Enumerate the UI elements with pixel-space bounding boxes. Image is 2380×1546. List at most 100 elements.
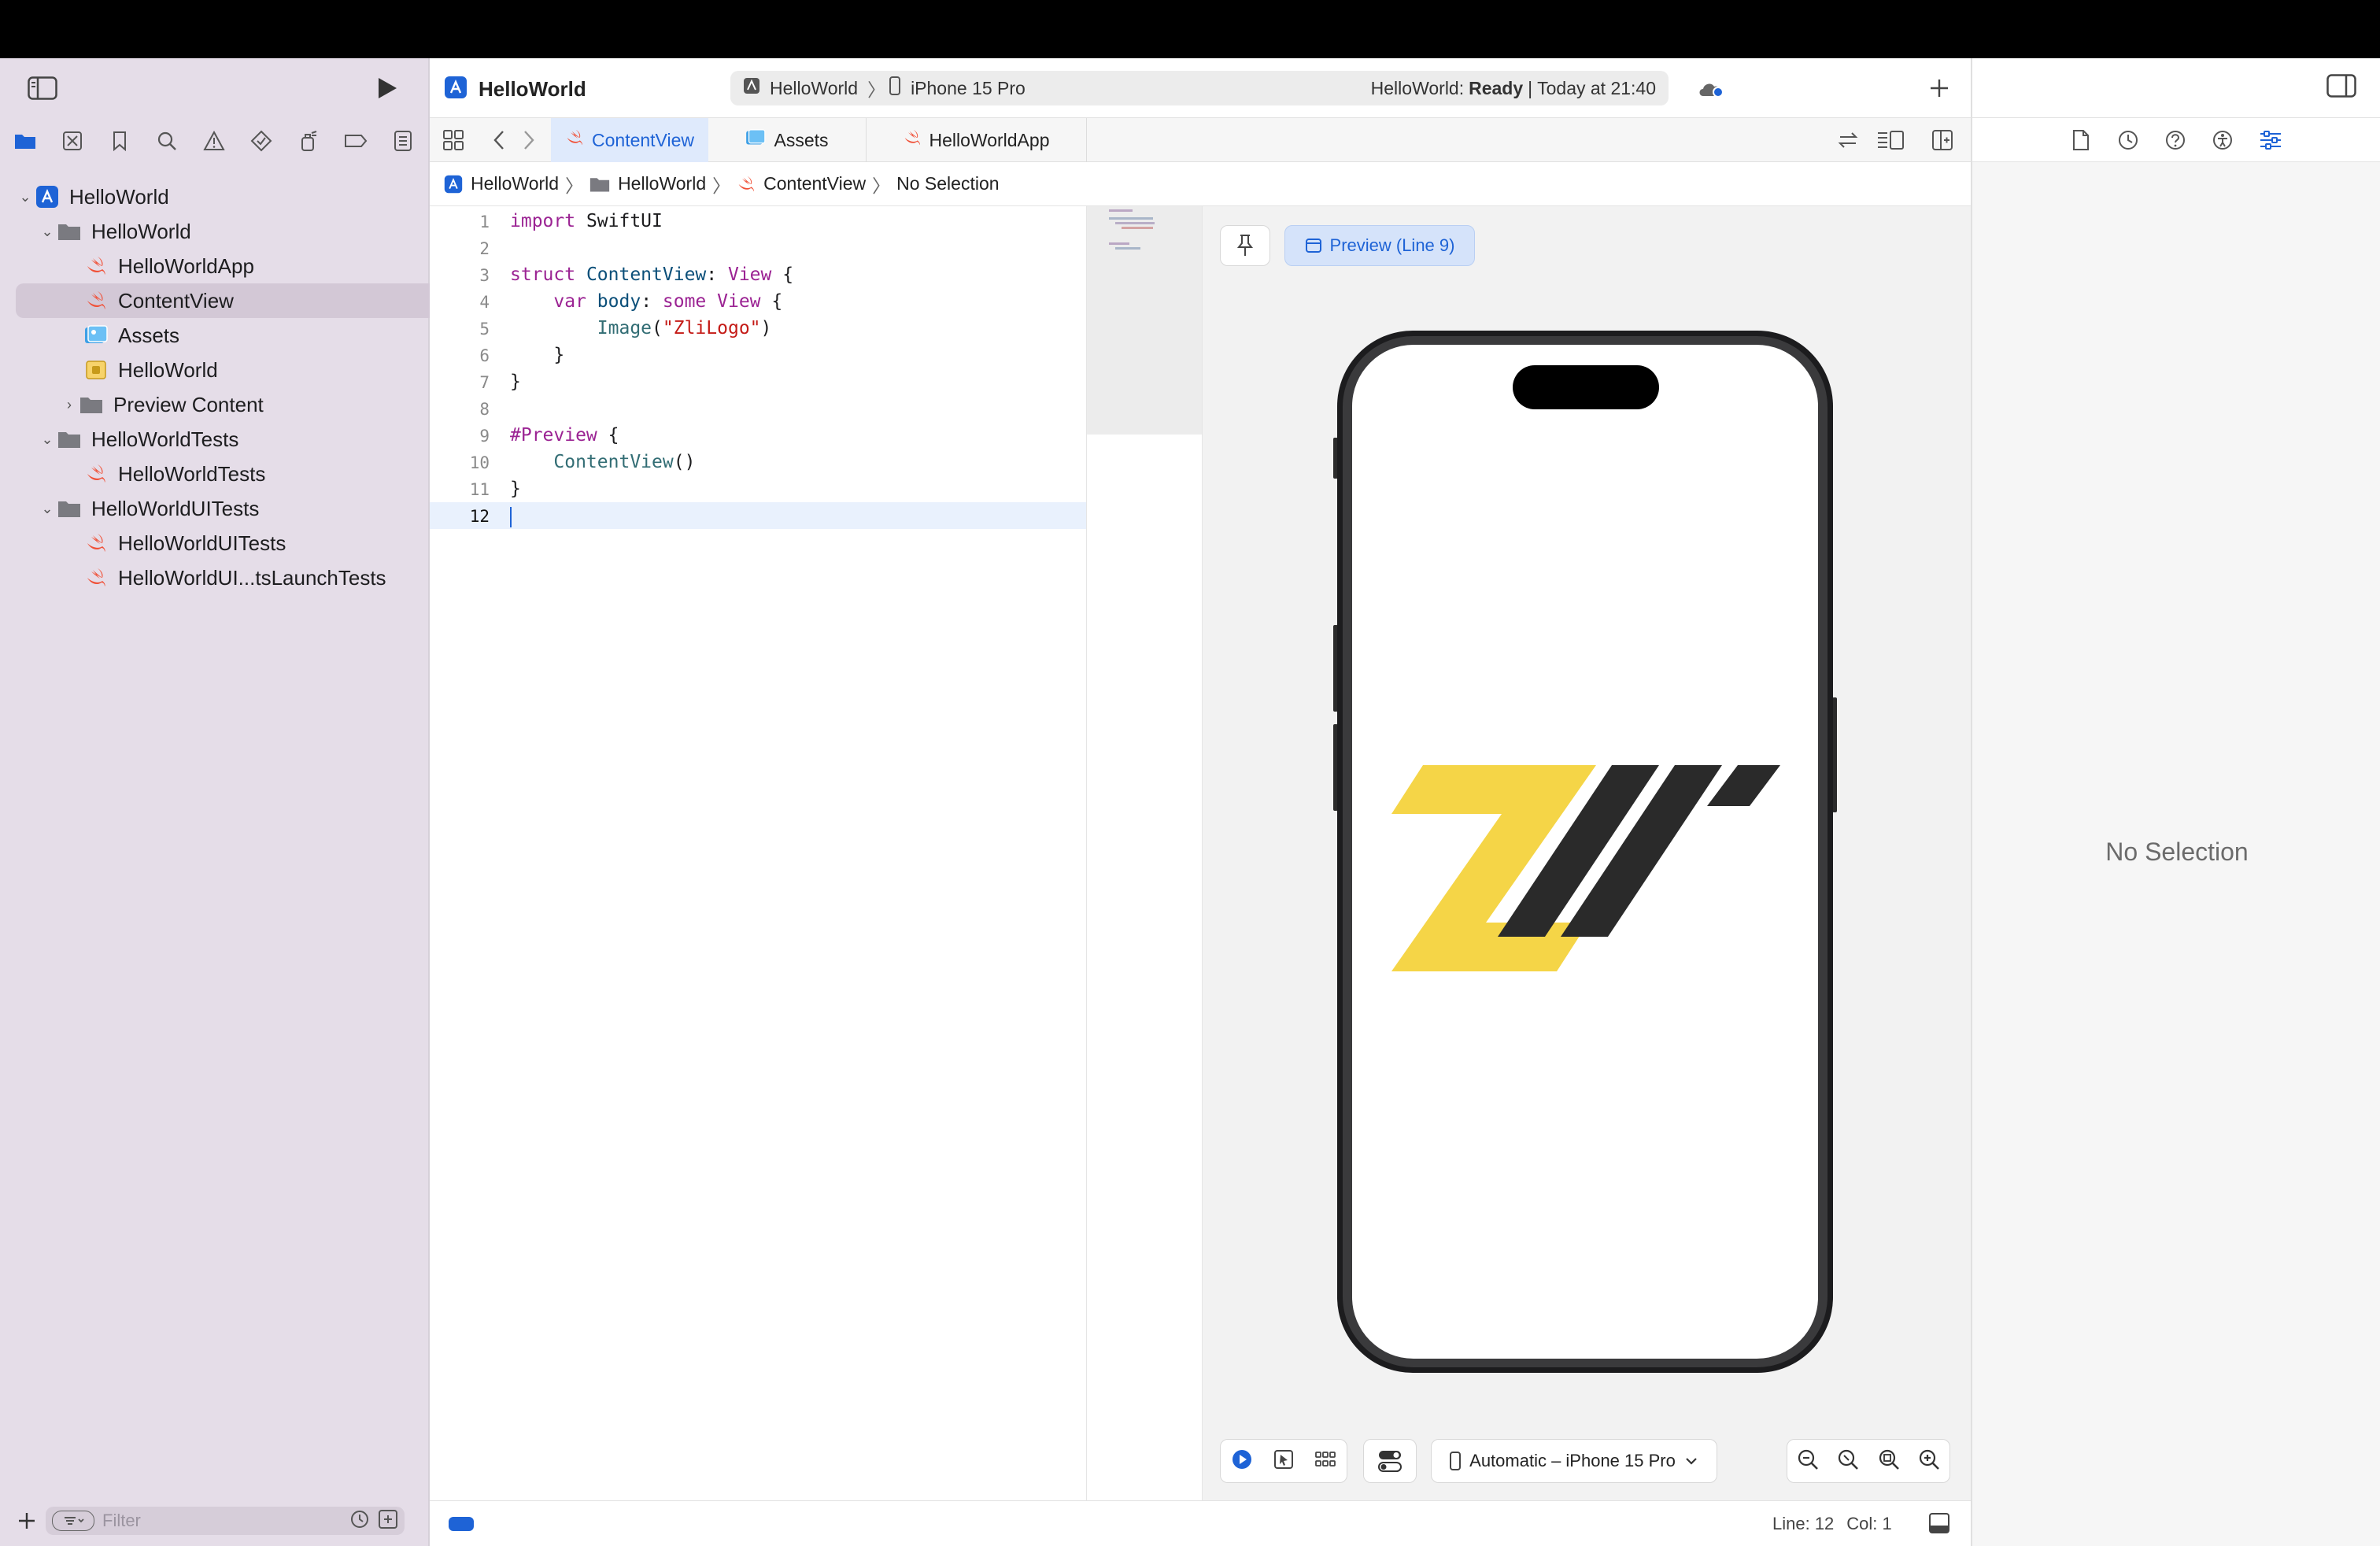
file-inspector-icon[interactable] [2071,129,2090,155]
chevron-down-icon[interactable]: ⌄ [38,224,57,240]
tree-item-assets[interactable]: Assets [16,318,480,353]
zoom-to-fit-icon[interactable] [1878,1448,1900,1474]
destination-selector[interactable]: iPhone 15 Pro [889,76,1026,100]
zoom-out-icon[interactable] [1797,1448,1819,1474]
sidebar-toggle-icon[interactable] [25,71,60,105]
live-mode-icon[interactable] [1231,1448,1253,1474]
tree-item-folder[interactable]: ⌄ HelloWorldTests [16,422,434,457]
related-items-icon[interactable] [442,129,464,155]
inspector-empty-label: No Selection [2105,838,2249,866]
code-line: #Preview { [510,425,619,446]
chevron-right-icon[interactable]: › [60,397,79,413]
back-icon[interactable] [491,129,507,155]
tree-item-label: ContentView [118,288,234,313]
tree-item-label: Assets [118,323,180,347]
line-number: 4 [479,293,490,312]
variants-icon[interactable] [1314,1451,1336,1472]
help-inspector-icon[interactable] [2164,129,2186,155]
minimap-visible-region[interactable] [1087,206,1202,435]
tree-item-label: HelloWorldTests [118,461,266,486]
tree-item-file[interactable]: HelloWorldTests [16,457,480,491]
line-number-current: 12 [469,507,490,526]
breakpoint-icon[interactable] [340,123,371,159]
tree-item-entitlements[interactable]: HelloWorld [16,353,480,387]
debug-area-toggle-icon[interactable] [1928,1512,1950,1539]
jump-folder[interactable]: HelloWorld [589,173,706,194]
test-diamond-icon[interactable] [246,123,277,159]
jump-selection[interactable]: No Selection [896,173,999,194]
chevron-down-icon[interactable]: ⌄ [16,189,35,205]
status-project: HelloWorld: [1370,77,1465,98]
attributes-inspector-icon[interactable] [2259,129,2282,155]
chevron-down-icon[interactable]: ⌄ [38,501,57,517]
minimap[interactable] [1086,206,1203,1500]
source-control-icon[interactable] [57,123,88,159]
pin-preview-button[interactable] [1220,225,1270,266]
tree-item-label: HelloWorldUITests [91,496,260,520]
tree-item-file[interactable]: HelloWorldUITests [16,526,480,560]
forward-icon[interactable] [521,129,537,155]
accessibility-inspector-icon[interactable] [2212,129,2234,155]
minimap-line [1115,247,1140,250]
recent-files-icon[interactable] [349,1509,370,1533]
tree-item-folder[interactable]: › Preview Content [16,387,456,422]
run-button[interactable] [370,71,405,105]
device-picker[interactable]: Automatic – iPhone 15 Pro [1431,1439,1717,1483]
filter-options-icon[interactable] [52,1511,94,1531]
jump-project[interactable]: HelloWorld [444,173,559,194]
add-icon[interactable] [14,1508,39,1533]
split-editor-icon[interactable] [1931,129,1953,155]
zoom-in-icon[interactable] [1918,1448,1940,1474]
tab-contentview[interactable]: ContentView [551,118,708,162]
bookmark-icon[interactable] [104,123,135,159]
jump-bar: HelloWorld 〉 HelloWorld 〉 ContentView 〉 … [430,162,1971,206]
folder-icon [589,177,610,192]
tree-item-folder[interactable]: ⌄ HelloWorldUITests [16,491,434,526]
swift-file-icon [83,532,109,554]
search-icon[interactable] [151,123,183,159]
line-number: 6 [479,346,490,365]
tree-item-project[interactable]: ⌄ HelloWorld [16,179,412,214]
tree-item-label: HelloWorldUITests [118,531,286,555]
add-library-icon[interactable] [1927,76,1952,101]
line-number: 9 [479,427,490,446]
editor-options-icon[interactable] [1876,129,1905,155]
xcode-project-icon [35,186,60,208]
selectable-mode-icon[interactable] [1273,1449,1294,1474]
issue-warning-icon[interactable] [198,123,230,159]
swap-icon[interactable] [1837,129,1859,155]
swift-file-icon [83,463,109,485]
tree-item-file[interactable]: HelloWorldUI...tsLaunchTests [16,560,480,595]
inspector-toggle-icon[interactable] [2326,74,2356,102]
tree-item-file[interactable]: HelloWorldApp [16,249,480,283]
tree-item-file-selected[interactable]: ContentView [16,283,480,318]
scheme-selector[interactable]: HelloWorld 〉 [743,75,885,102]
tab-assets[interactable]: Assets [708,118,867,162]
iphone-icon [889,76,901,100]
tree-item-folder[interactable]: ⌄ HelloWorld [16,214,434,249]
debug-spray-icon[interactable] [293,123,324,159]
folder-navigator-icon[interactable] [9,123,41,159]
build-status: HelloWorld: Ready | Today at 21:40 [1371,78,1656,99]
history-inspector-icon[interactable] [2117,129,2139,155]
tree-item-label: HelloWorld [118,357,218,382]
swift-file-icon [738,176,754,191]
report-icon[interactable] [387,123,419,159]
scm-filter-icon[interactable] [378,1509,398,1533]
chevron-down-icon[interactable]: ⌄ [38,431,57,448]
source-editor[interactable] [430,206,1086,1500]
code-line: } [510,479,521,499]
jump-file[interactable]: ContentView [737,173,866,194]
device-settings-button[interactable] [1363,1439,1417,1483]
filter-field[interactable]: Filter [46,1507,405,1535]
status-state: Ready [1469,77,1524,98]
preview-icon [1305,239,1321,253]
preview-selector[interactable]: Preview (Line 9) [1284,225,1475,266]
build-indicator-icon[interactable] [449,1517,474,1531]
tab-helloworldapp[interactable]: HelloWorldApp [866,118,1087,162]
folder-icon [57,428,82,450]
cloud-status-icon[interactable] [1697,77,1725,101]
scheme-name: HelloWorld [770,77,859,98]
zoom-100-icon[interactable] [1837,1448,1859,1474]
chevron-down-icon [1686,1458,1697,1465]
